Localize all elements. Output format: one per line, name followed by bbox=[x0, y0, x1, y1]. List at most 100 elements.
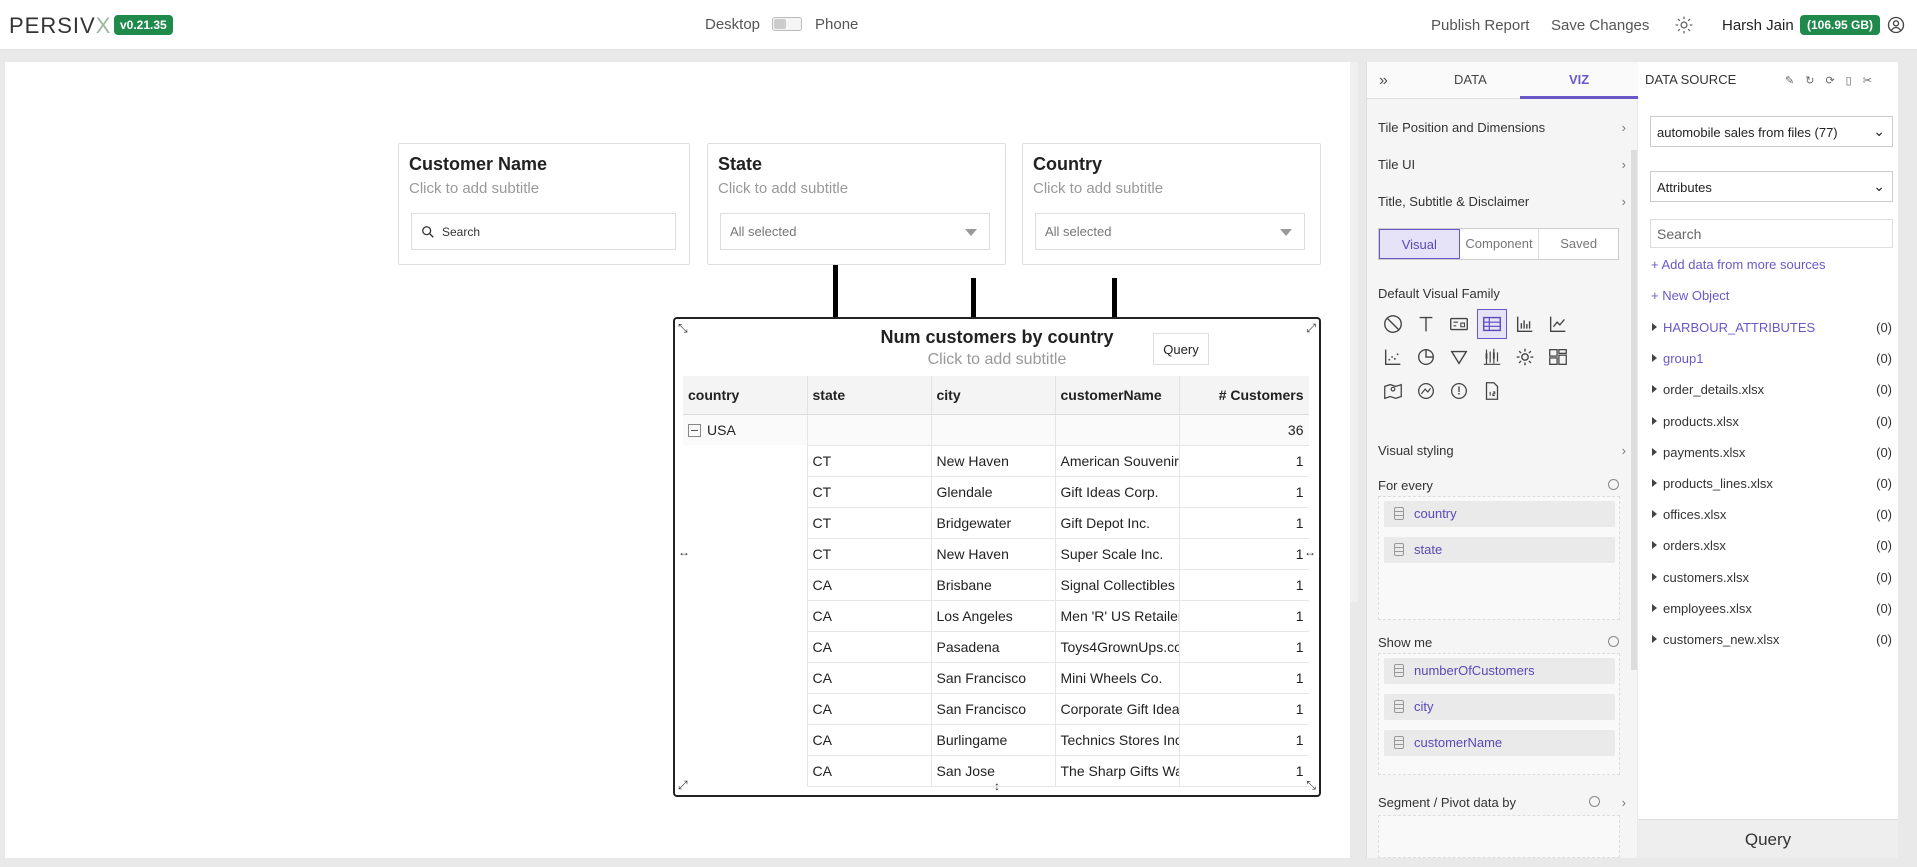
segment-dropzone[interactable] bbox=[1378, 815, 1620, 858]
state-cell[interactable]: CA bbox=[807, 693, 932, 725]
edit-icon[interactable]: ✎ bbox=[1785, 74, 1794, 87]
customers-cell[interactable]: 1 bbox=[1179, 476, 1309, 508]
customers-cell[interactable]: 1 bbox=[1179, 662, 1309, 694]
customer-name-cell[interactable]: The Sharp Gifts Warehouse bbox=[1055, 755, 1180, 787]
query-button[interactable]: Query bbox=[1638, 819, 1898, 858]
city-cell[interactable]: San Jose bbox=[931, 755, 1056, 787]
line-chart-icon[interactable] bbox=[1543, 309, 1573, 339]
state-cell[interactable]: CA bbox=[807, 631, 932, 663]
caret-right-icon[interactable] bbox=[1652, 603, 1657, 612]
user-name[interactable]: Harsh Jain bbox=[1722, 17, 1794, 34]
tab-data[interactable]: DATA bbox=[1454, 72, 1487, 87]
filter-subtitle[interactable]: Click to add subtitle bbox=[718, 180, 848, 197]
tab-viz[interactable]: VIZ bbox=[1569, 72, 1589, 87]
tree-item[interactable]: customers_new.xlsx (0) bbox=[1652, 632, 1892, 647]
no-visual-icon[interactable] bbox=[1378, 309, 1408, 339]
state-cell[interactable]: CA bbox=[807, 662, 932, 694]
caret-right-icon[interactable] bbox=[1652, 447, 1657, 456]
city-cell[interactable]: San Francisco bbox=[931, 693, 1056, 725]
customers-cell[interactable]: 1 bbox=[1179, 693, 1309, 725]
city-cell[interactable]: New Haven bbox=[931, 445, 1056, 477]
settings-visual-icon[interactable] bbox=[1510, 342, 1540, 372]
customers-cell[interactable]: 1 bbox=[1179, 507, 1309, 539]
viz-panel-scrollbar[interactable] bbox=[1631, 150, 1637, 670]
resize-handle-icon[interactable]: ⤡ bbox=[678, 321, 688, 336]
table-row[interactable]: CABrisbaneSignal Collectibles Ltd.1 bbox=[683, 569, 1309, 601]
customers-cell[interactable]: 1 bbox=[1179, 631, 1309, 663]
state-cell[interactable]: CA bbox=[807, 724, 932, 756]
tree-item[interactable]: group1 (0) bbox=[1652, 351, 1892, 366]
table-visual-icon[interactable] bbox=[1477, 309, 1507, 339]
state-cell[interactable]: CT bbox=[807, 507, 932, 539]
customer-name-cell[interactable]: Mini Wheels Co. bbox=[1055, 662, 1180, 694]
state-filter[interactable]: State Click to add subtitle All selected bbox=[707, 143, 1006, 265]
city-cell[interactable]: Bridgewater bbox=[931, 507, 1056, 539]
column-header-state[interactable]: state bbox=[807, 376, 932, 415]
gear-icon[interactable] bbox=[1674, 15, 1694, 35]
data-table[interactable]: country state city customerName # Custom… bbox=[683, 376, 1309, 794]
tree-item[interactable]: customers.xlsx (0) bbox=[1652, 570, 1892, 585]
pie-chart-icon[interactable] bbox=[1411, 342, 1441, 372]
clock-icon[interactable] bbox=[1608, 479, 1619, 490]
user-account-icon[interactable] bbox=[1886, 15, 1906, 35]
caret-right-icon[interactable] bbox=[1652, 385, 1657, 394]
tree-item[interactable]: employees.xlsx (0) bbox=[1652, 601, 1892, 616]
customers-cell[interactable]: 1 bbox=[1179, 755, 1309, 787]
map-visual-icon[interactable] bbox=[1378, 376, 1408, 406]
clock-icon[interactable] bbox=[1589, 796, 1600, 807]
card-visual-icon[interactable] bbox=[1444, 309, 1474, 339]
filter-subtitle[interactable]: Click to add subtitle bbox=[1033, 180, 1163, 197]
customer-name-cell[interactable]: American Souvenirs bbox=[1055, 445, 1180, 477]
customer-name-cell[interactable]: Gift Depot Inc. bbox=[1055, 507, 1180, 539]
table-row[interactable]: CT Bridgewater Gift Depot Inc. 1 bbox=[683, 507, 1309, 539]
field-pill[interactable]: numberOfCustomers bbox=[1384, 658, 1615, 684]
resize-handle-icon[interactable]: ⤢ bbox=[1306, 321, 1316, 336]
add-sources-link[interactable]: + Add data from more sources bbox=[1651, 257, 1826, 272]
caret-right-icon[interactable] bbox=[1652, 572, 1657, 581]
city-cell[interactable]: San Francisco bbox=[931, 662, 1056, 694]
column-header-customer-name[interactable]: customerName bbox=[1055, 376, 1180, 415]
field-pill[interactable]: city bbox=[1384, 694, 1615, 720]
table-row[interactable]: CA Los Angeles Men 'R' US Retailers 1 bbox=[683, 600, 1309, 632]
caret-right-icon[interactable] bbox=[1652, 541, 1657, 550]
customers-cell[interactable]: 1 bbox=[1179, 569, 1309, 601]
customer-search-input[interactable] bbox=[442, 223, 662, 241]
tile-query-button[interactable]: Query bbox=[1153, 333, 1209, 365]
save-changes-button[interactable]: Save Changes bbox=[1551, 17, 1649, 34]
attributes-select[interactable]: Attributes ⌄ bbox=[1650, 171, 1893, 202]
for-every-dropzone[interactable]: country state bbox=[1378, 496, 1620, 620]
filter-title[interactable]: Country bbox=[1033, 154, 1102, 175]
caret-right-icon[interactable] bbox=[1652, 510, 1657, 519]
tree-item[interactable]: order_details.xlsx (0) bbox=[1652, 382, 1892, 397]
collapse-panel-icon[interactable]: » bbox=[1379, 72, 1388, 90]
caret-right-icon[interactable] bbox=[1652, 323, 1657, 331]
customer-name-cell[interactable]: Men 'R' US Retailers bbox=[1055, 600, 1180, 632]
tree-item[interactable]: products.xlsx (0) bbox=[1652, 414, 1892, 429]
text-visual-icon[interactable] bbox=[1411, 309, 1441, 339]
new-object-link[interactable]: + New Object bbox=[1651, 288, 1729, 303]
customers-cell[interactable]: 1 bbox=[1179, 445, 1309, 477]
city-cell[interactable]: Burlingame bbox=[931, 724, 1056, 756]
customer-search-box[interactable] bbox=[411, 213, 676, 250]
device-toggle[interactable] bbox=[772, 17, 802, 31]
document-icon[interactable]: ▯ bbox=[1846, 74, 1852, 87]
show-me-dropzone[interactable]: numberOfCustomers city customerName bbox=[1378, 653, 1620, 775]
bar-chart-icon[interactable] bbox=[1510, 309, 1540, 339]
table-row[interactable]: CT New Haven American Souvenirs 1 bbox=[683, 445, 1309, 477]
accordion-tile-position[interactable]: Tile Position and Dimensions › bbox=[1378, 120, 1628, 135]
state-cell[interactable]: CA bbox=[807, 600, 932, 632]
column-header-city[interactable]: city bbox=[931, 376, 1056, 415]
customer-name-cell[interactable]: Toys4GrownUps.com bbox=[1055, 631, 1180, 663]
city-cell[interactable]: Pasadena bbox=[931, 631, 1056, 663]
sync-icon[interactable]: ⟳ bbox=[1825, 74, 1834, 87]
data-source-search-box[interactable] bbox=[1650, 219, 1893, 248]
state-cell[interactable]: CA bbox=[807, 755, 932, 787]
city-cell[interactable]: New Haven bbox=[931, 538, 1056, 570]
data-source-select[interactable]: automobile sales from files (77) ⌄ bbox=[1650, 116, 1893, 147]
city-cell[interactable]: Glendale bbox=[931, 476, 1056, 508]
gauge-visual-icon[interactable] bbox=[1444, 376, 1474, 406]
scatter-chart-icon[interactable] bbox=[1378, 342, 1408, 372]
state-cell[interactable]: CA bbox=[807, 569, 932, 601]
table-row[interactable]: CASan JoseThe Sharp Gifts Warehouse1 bbox=[683, 755, 1309, 787]
customer-name-cell[interactable]: Technics Stores Inc. bbox=[1055, 724, 1180, 756]
